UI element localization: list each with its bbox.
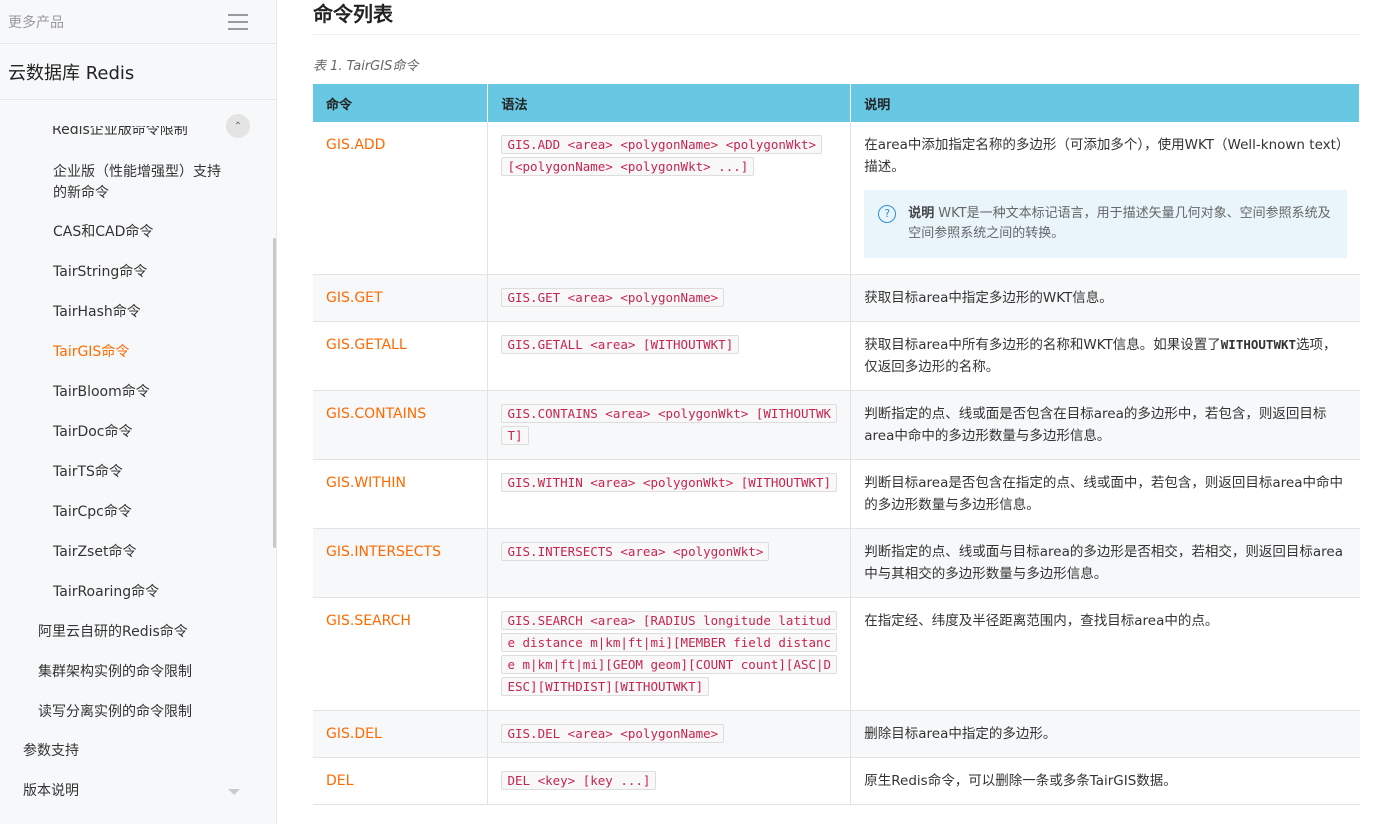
option-keyword: WITHOUTWKT [1221,337,1296,352]
command-name: GIS.INTERSECTS [326,544,441,560]
table-caption: 表 1. TairGIS命令 [313,55,1360,73]
sidebar-item-parameters[interactable]: 参数支持 [23,741,79,762]
command-syntax: GIS.WITHIN <area> <polygonWkt> [WITHOUTW… [501,473,837,492]
sidebar-item-tairbloom[interactable]: TairBloom命令 [53,382,150,403]
command-description: 删除目标area中指定的多边形。 [864,723,1346,745]
command-name: DEL [326,773,353,789]
command-syntax: GIS.GET <area> <polygonName> [501,288,724,307]
command-description: 在area中添加指定名称的多边形（可添加多个），使用WKT（Well-known… [864,134,1346,178]
command-syntax: GIS.GETALL <area> [WITHOUTWKT] [501,335,739,354]
sidebar-item-tairts[interactable]: TairTS命令 [53,462,123,483]
command-name: GIS.DEL [326,726,382,742]
note-label: 说明 [908,206,934,221]
note-text: WKT是一种文本标记语言，用于描述矢量几何对象、空间参照系统及空间参照系统之间的… [908,206,1330,241]
note-box: ? 说明WKT是一种文本标记语言，用于描述矢量几何对象、空间参照系统及空间参照系… [864,190,1346,258]
menu-icon[interactable] [228,14,248,30]
command-description: 判断指定的点、线或面与目标area的多边形是否相交，若相交，则返回目标area中… [864,541,1346,585]
command-syntax: GIS.SEARCH <area> [RADIUS longitude lati… [501,611,837,696]
main-content: 命令列表 表 1. TairGIS命令 命令 语法 说明 GIS.ADD GIS… [313,0,1360,805]
sidebar-scrollbar[interactable] [273,238,276,548]
section-title: 命令列表 [313,0,1360,35]
table-row: GIS.WITHIN GIS.WITHIN <area> <polygonWkt… [313,459,1360,528]
sidebar-item-aliyun-redis-commands[interactable]: 阿里云自研的Redis命令 [38,622,188,643]
command-description: 判断目标area是否包含在指定的点、线或面中，若包含，则返回目标area中命中的… [864,472,1346,516]
description-text: 获取目标area中所有多边形的名称和WKT信息。如果设置了 [864,337,1221,353]
command-description: 获取目标area中指定多边形的WKT信息。 [864,287,1346,309]
table-row: GIS.GET GIS.GET <area> <polygonName> 获取目… [313,274,1360,321]
more-products-bar[interactable]: 更多产品 [0,0,276,44]
sidebar-item-rw-split-limits[interactable]: 读写分离实例的命令限制 [38,702,192,723]
table-row: GIS.GETALL GIS.GETALL <area> [WITHOUTWKT… [313,321,1360,390]
table-row: GIS.DEL GIS.DEL <area> <polygonName> 删除目… [313,710,1360,757]
header-description: 说明 [851,84,1360,122]
question-circle-icon: ? [878,205,896,223]
sidebar-item-tairdoc[interactable]: TairDoc命令 [53,422,133,443]
chevron-down-icon[interactable] [228,789,240,795]
sidebar-item-enterprise-new-commands[interactable]: 企业版（性能增强型）支持的新命令 [53,162,233,204]
sidebar-item-release-notes[interactable]: 版本说明 [23,781,79,802]
sidebar-item-cluster-limits[interactable]: 集群架构实例的命令限制 [38,662,192,683]
sidebar-item-tairstring[interactable]: TairString命令 [53,262,147,283]
sidebar-item-tairroaring[interactable]: TairRoaring命令 [53,582,159,603]
table-row: DEL DEL <key> [key ...] 原生Redis命令，可以删除一条… [313,757,1360,804]
command-name: GIS.ADD [326,137,385,153]
table-row: GIS.INTERSECTS GIS.INTERSECTS <area> <po… [313,528,1360,597]
command-name: GIS.SEARCH [326,613,411,629]
product-title[interactable]: 云数据库 Redis [0,44,276,100]
header-syntax: 语法 [488,84,851,122]
command-syntax: GIS.INTERSECTS <area> <polygonWkt> [501,542,769,561]
more-products-label: 更多产品 [8,12,64,32]
command-description: 在指定经、纬度及半径距离范围内，查找目标area中的点。 [864,610,1346,632]
command-description: 获取目标area中所有多边形的名称和WKT信息。如果设置了WITHOUTWKT选… [864,334,1346,378]
sidebar-item-cut[interactable]: Redis企业版命令限制 [52,126,188,136]
command-description: 判断指定的点、线或面是否包含在目标area的多边形中，若包含，则返回目标area… [864,403,1346,447]
sidebar-item-taircpc[interactable]: TairCpc命令 [53,502,132,523]
command-syntax: GIS.DEL <area> <polygonName> [501,724,724,743]
command-name: GIS.GET [326,290,383,306]
sidebar-item-tairhash[interactable]: TairHash命令 [53,302,141,323]
table-row: GIS.SEARCH GIS.SEARCH <area> [RADIUS lon… [313,597,1360,710]
table-row: GIS.ADD GIS.ADD <area> <polygonName> <po… [313,122,1360,274]
sidebar: 更多产品 云数据库 Redis Redis企业版命令限制 ⌃ 企业版（性能增强型… [0,0,277,824]
command-syntax: GIS.CONTAINS <area> <polygonWkt> [WITHOU… [501,404,837,445]
command-name: GIS.CONTAINS [326,406,426,422]
command-name: GIS.WITHIN [326,475,406,491]
sidebar-item-tairzset[interactable]: TairZset命令 [53,542,136,563]
commands-table: 命令 语法 说明 GIS.ADD GIS.ADD <area> <polygon… [313,84,1360,805]
sidebar-item-tairgis[interactable]: TairGIS命令 [53,342,129,363]
sidebar-nav: Redis企业版命令限制 ⌃ 企业版（性能增强型）支持的新命令 CAS和CAD命… [0,100,276,824]
command-syntax: DEL <key> [key ...] [501,771,656,790]
table-header-row: 命令 语法 说明 [313,84,1360,122]
table-row: GIS.CONTAINS GIS.CONTAINS <area> <polygo… [313,390,1360,459]
command-description: 原生Redis命令，可以删除一条或多条TairGIS数据。 [864,770,1346,792]
command-name: GIS.GETALL [326,337,407,353]
header-command: 命令 [313,84,488,122]
collapse-up-icon[interactable]: ⌃ [226,114,250,138]
command-syntax: GIS.ADD <area> <polygonName> <polygonWkt… [501,135,822,176]
sidebar-item-cas-cad[interactable]: CAS和CAD命令 [53,222,153,243]
